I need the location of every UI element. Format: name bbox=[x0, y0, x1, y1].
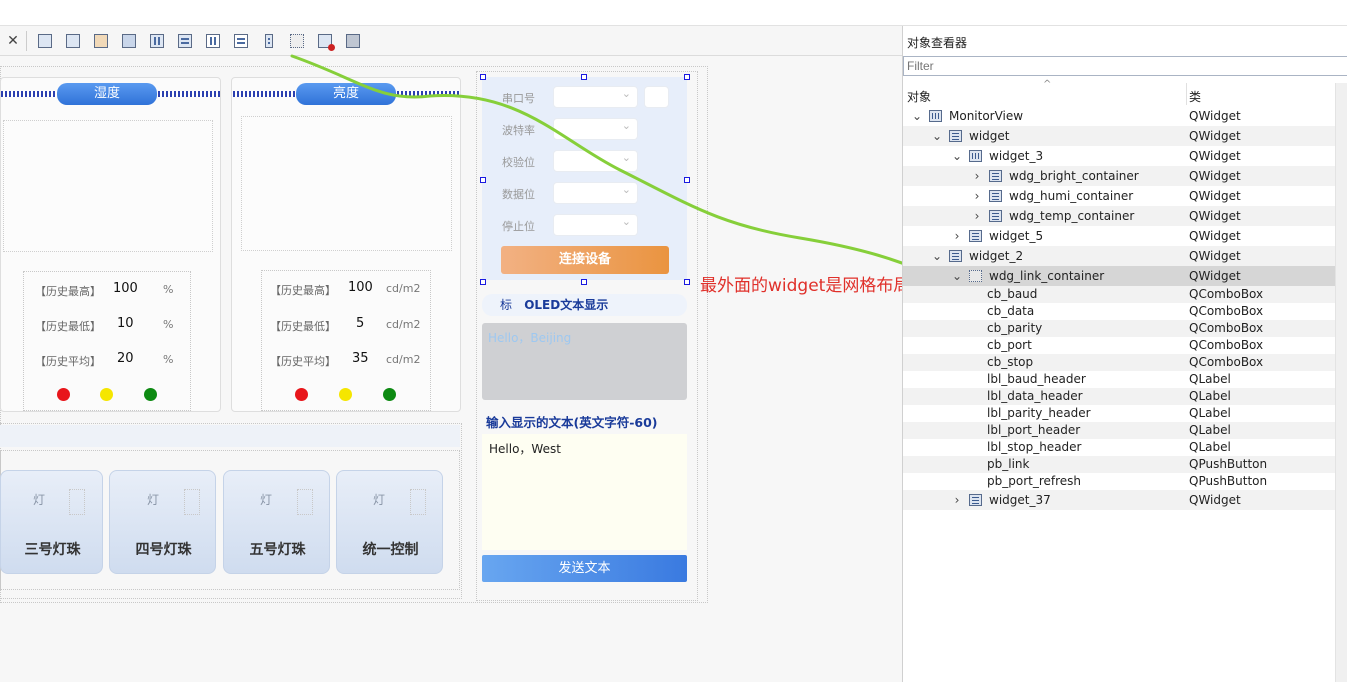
tree-row[interactable]: ⌄ wdg_link_container QWidget bbox=[903, 266, 1335, 286]
tree-row-class: QLabel bbox=[1189, 389, 1231, 403]
object-tree: ⌄ MonitorView QWidget ⌄ widget QWidget ⌄ widget… bbox=[903, 106, 1335, 526]
chevron-down-icon[interactable]: ⌄ bbox=[911, 106, 923, 126]
inspector-column-header: ^ 对象 类 bbox=[903, 79, 1335, 105]
tree-row-name: cb_data bbox=[987, 304, 1035, 318]
tree-row[interactable]: lbl_baud_header QLabel bbox=[903, 371, 1335, 388]
vertical-layout-icon bbox=[989, 170, 1002, 182]
tree-row-name: cb_parity bbox=[987, 321, 1043, 335]
column-class[interactable]: 类 bbox=[1189, 88, 1201, 105]
tree-row-class: QWidget bbox=[1189, 109, 1241, 123]
tree-row-name: lbl_baud_header bbox=[987, 372, 1086, 386]
tree-row-class: QLabel bbox=[1189, 440, 1231, 454]
vertical-layout-icon bbox=[989, 190, 1002, 202]
tree-row-name: widget_5 bbox=[989, 229, 1044, 243]
tree-row-class: QWidget bbox=[1189, 209, 1241, 223]
tree-row[interactable]: › wdg_bright_container QWidget bbox=[903, 166, 1335, 186]
chevron-down-icon[interactable]: ⌄ bbox=[931, 126, 943, 146]
tree-row[interactable]: lbl_port_header QLabel bbox=[903, 422, 1335, 439]
tree-row-class: QPushButton bbox=[1189, 474, 1268, 488]
tree-row-name: MonitorView bbox=[949, 109, 1024, 123]
tree-row-class: QLabel bbox=[1189, 372, 1231, 386]
tree-row-name: wdg_temp_container bbox=[1009, 209, 1135, 223]
tree-row[interactable]: lbl_parity_header QLabel bbox=[903, 405, 1335, 422]
tree-row-name: cb_port bbox=[987, 338, 1032, 352]
tree-row[interactable]: ⌄ widget QWidget bbox=[903, 126, 1335, 146]
chevron-down-icon[interactable]: ⌄ bbox=[931, 246, 943, 266]
tree-row-name: cb_stop bbox=[987, 355, 1034, 369]
tree-row-class: QWidget bbox=[1189, 249, 1241, 263]
vertical-layout-icon bbox=[969, 494, 982, 506]
vertical-layout-icon bbox=[989, 210, 1002, 222]
tree-row[interactable]: lbl_data_header QLabel bbox=[903, 388, 1335, 405]
tree-row-name: widget_3 bbox=[989, 149, 1044, 163]
inspector-title: 对象查看器 bbox=[903, 26, 1347, 56]
chevron-right-icon[interactable]: › bbox=[951, 490, 963, 510]
tree-row-class: QWidget bbox=[1189, 169, 1241, 183]
tree-row[interactable]: ⌄ widget_3 QWidget bbox=[903, 146, 1335, 166]
column-divider bbox=[1186, 83, 1187, 105]
filter-input[interactable] bbox=[903, 56, 1347, 76]
tree-row-name: wdg_humi_container bbox=[1009, 189, 1134, 203]
tree-row[interactable]: cb_baud QComboBox bbox=[903, 286, 1335, 303]
tree-row[interactable]: cb_parity QComboBox bbox=[903, 320, 1335, 337]
tree-row-class: QComboBox bbox=[1189, 304, 1264, 318]
chevron-right-icon[interactable]: › bbox=[971, 166, 983, 186]
tree-row[interactable]: pb_link QPushButton bbox=[903, 456, 1335, 473]
vertical-layout-icon bbox=[949, 250, 962, 262]
tree-row[interactable]: cb_port QComboBox bbox=[903, 337, 1335, 354]
tree-row[interactable]: › wdg_humi_container QWidget bbox=[903, 186, 1335, 206]
tree-row-name: widget_37 bbox=[989, 493, 1051, 507]
chevron-down-icon[interactable]: ⌄ bbox=[951, 266, 963, 286]
annotation-text: 最外面的widget是网格布局 bbox=[700, 276, 911, 296]
tree-row[interactable]: › widget_5 QWidget bbox=[903, 226, 1335, 246]
chevron-right-icon[interactable]: › bbox=[971, 186, 983, 206]
tree-row-class: QComboBox bbox=[1189, 355, 1264, 369]
tree-row-class: QComboBox bbox=[1189, 287, 1264, 301]
tree-row-class: QComboBox bbox=[1189, 321, 1264, 335]
horizontal-layout-icon bbox=[929, 110, 942, 122]
horizontal-layout-icon bbox=[969, 150, 982, 162]
tree-row-name: lbl_port_header bbox=[987, 423, 1081, 437]
tree-row[interactable]: › widget_37 QWidget bbox=[903, 490, 1335, 510]
tree-row-class: QWidget bbox=[1189, 269, 1241, 283]
tree-row-name: lbl_parity_header bbox=[987, 406, 1091, 420]
vertical-layout-icon bbox=[949, 130, 962, 142]
tree-row-name: pb_port_refresh bbox=[987, 474, 1082, 488]
grid-layout-icon bbox=[969, 270, 982, 282]
chevron-right-icon[interactable]: › bbox=[951, 226, 963, 246]
chevron-down-icon[interactable]: ⌄ bbox=[951, 146, 963, 166]
tree-row[interactable]: ⌄ widget_2 QWidget bbox=[903, 246, 1335, 266]
tree-row-class: QLabel bbox=[1189, 423, 1231, 437]
inspector-scrollbar[interactable] bbox=[1335, 83, 1347, 682]
chevron-right-icon[interactable]: › bbox=[971, 206, 983, 226]
tree-row-class: QComboBox bbox=[1189, 338, 1264, 352]
tree-row-class: QWidget bbox=[1189, 149, 1241, 163]
tree-row-class: QWidget bbox=[1189, 493, 1241, 507]
sort-up-icon[interactable]: ^ bbox=[1043, 79, 1051, 90]
tree-row[interactable]: › wdg_temp_container QWidget bbox=[903, 206, 1335, 226]
tree-row-name: widget_2 bbox=[969, 249, 1024, 263]
tree-row-class: QPushButton bbox=[1189, 457, 1268, 471]
tree-row[interactable]: cb_stop QComboBox bbox=[903, 354, 1335, 371]
tree-row-name: widget bbox=[969, 129, 1010, 143]
arrow-path bbox=[290, 54, 940, 280]
tree-row-name: wdg_link_container bbox=[989, 269, 1105, 283]
tree-row-class: QWidget bbox=[1189, 229, 1241, 243]
tree-row[interactable]: lbl_stop_header QLabel bbox=[903, 439, 1335, 456]
tree-row-name: pb_link bbox=[987, 457, 1030, 471]
column-object[interactable]: 对象 bbox=[907, 88, 931, 105]
object-inspector: 对象查看器 ^ 对象 类 ⌄ MonitorView QWidget ⌄ widget Q… bbox=[902, 26, 1347, 682]
tree-row-name: lbl_data_header bbox=[987, 389, 1083, 403]
vertical-layout-icon bbox=[969, 230, 982, 242]
tree-row-name: cb_baud bbox=[987, 287, 1038, 301]
tree-row[interactable]: cb_data QComboBox bbox=[903, 303, 1335, 320]
tree-row[interactable]: pb_port_refresh QPushButton bbox=[903, 473, 1335, 490]
tree-row-name: wdg_bright_container bbox=[1009, 169, 1139, 183]
tree-row-class: QWidget bbox=[1189, 129, 1241, 143]
tree-row-class: QLabel bbox=[1189, 406, 1231, 420]
tree-row-name: lbl_stop_header bbox=[987, 440, 1082, 454]
tree-row-class: QWidget bbox=[1189, 189, 1241, 203]
tree-row[interactable]: ⌄ MonitorView QWidget bbox=[903, 106, 1335, 126]
